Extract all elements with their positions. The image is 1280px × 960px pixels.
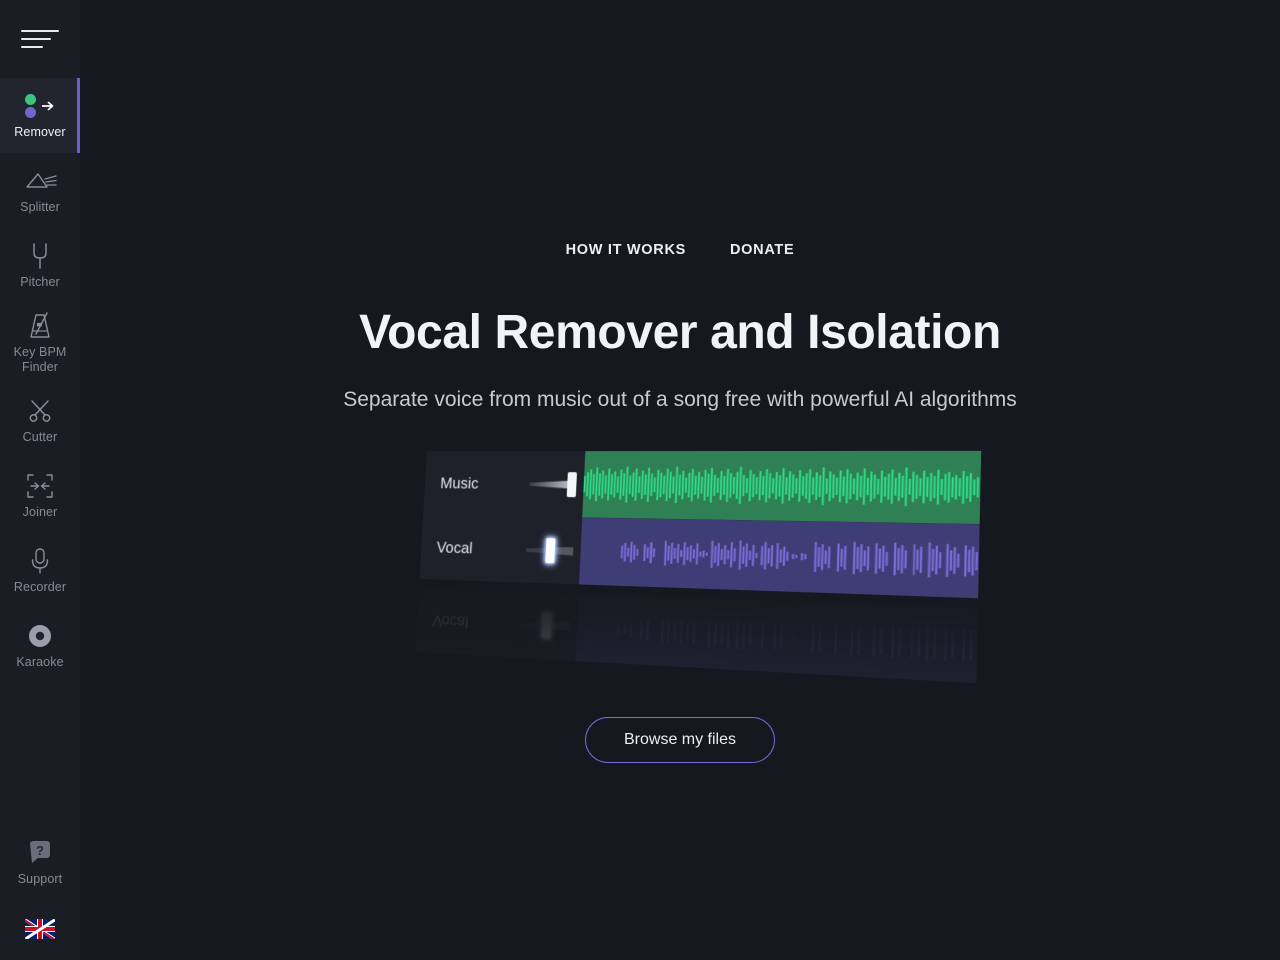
tracks-illustration: Music Vocal Vocal [395, 450, 982, 684]
sidebar-item-label: Splitter [20, 200, 60, 214]
main-content: HOW IT WORKS DONATE Vocal Remover and Is… [80, 0, 1280, 960]
metronome-icon [27, 311, 53, 341]
reflected-slider [521, 612, 570, 639]
svg-text:?: ? [36, 843, 44, 858]
reflected-track-row: Vocal [415, 587, 979, 684]
music-volume-slider[interactable] [529, 471, 578, 497]
sidebar-item-recorder[interactable]: Recorder [0, 533, 80, 608]
sidebar: Remover Splitter Pitcher Key BPM Finder … [0, 0, 80, 960]
sidebar-item-joiner[interactable]: Joiner [0, 458, 80, 533]
track-label: Music [439, 473, 480, 492]
track-label: Vocal [436, 537, 474, 557]
sidebar-item-label: Pitcher [20, 275, 60, 289]
tracks-stage: Music Vocal Vocal [415, 450, 982, 684]
sidebar-item-label: Recorder [13, 580, 67, 594]
vocal-volume-slider[interactable] [525, 537, 573, 563]
sidebar-item-pitcher[interactable]: Pitcher [0, 228, 80, 303]
track-row-music: Music [423, 450, 982, 525]
browse-files-button[interactable]: Browse my files [584, 717, 776, 763]
sidebar-item-label: Support [17, 872, 63, 886]
join-arrows-icon [26, 471, 54, 501]
question-bubble-icon: ? [27, 838, 53, 868]
page-title: Vocal Remover and Isolation [359, 306, 1001, 359]
slider-track [522, 620, 570, 631]
app-root: Remover Splitter Pitcher Key BPM Finder … [0, 0, 1280, 960]
vocal-waveform [579, 517, 980, 599]
sidebar-item-label: Cutter [22, 430, 58, 444]
slider-knob[interactable] [566, 471, 578, 497]
sidebar-item-splitter[interactable]: Splitter [0, 153, 80, 228]
tuning-fork-icon [29, 241, 51, 271]
nav-link-how-it-works[interactable]: HOW IT WORKS [560, 238, 692, 262]
sidebar-item-karaoke[interactable]: Karaoke [0, 608, 80, 683]
sidebar-nav: Remover Splitter Pitcher Key BPM Finder … [0, 78, 80, 683]
menu-line-3 [21, 46, 43, 48]
sidebar-item-cutter[interactable]: Cutter [0, 383, 80, 458]
menu-line-1 [21, 30, 59, 32]
language-selector[interactable] [0, 898, 80, 960]
two-dots-arrow-icon [23, 91, 57, 121]
sidebar-item-label: Joiner [22, 505, 58, 519]
scissors-icon [27, 396, 53, 426]
menu-icon[interactable] [0, 0, 80, 78]
slider-knob[interactable] [545, 537, 556, 563]
track-row-vocal: Vocal [419, 514, 980, 599]
sidebar-item-key-bpm-finder[interactable]: Key BPM Finder [0, 303, 80, 383]
menu-line-2 [21, 38, 51, 40]
sidebar-item-label: Key BPM Finder [13, 345, 67, 374]
music-waveform [582, 450, 982, 525]
sidebar-item-remover[interactable]: Remover [0, 78, 80, 153]
sidebar-item-support[interactable]: ? Support [0, 823, 80, 898]
nav-link-donate[interactable]: DONATE [724, 238, 800, 262]
slider-knob [541, 612, 552, 639]
reflected-track-label: Vocal [431, 611, 469, 632]
reflected-waveform [575, 593, 979, 684]
sidebar-item-label: Karaoke [16, 655, 64, 669]
sidebar-item-label: Remover [14, 125, 66, 139]
page-subtitle: Separate voice from music out of a song … [343, 388, 1017, 411]
microphone-icon [29, 546, 51, 576]
uk-flag-icon [25, 919, 55, 939]
prism-icon [23, 166, 57, 196]
record-disc-icon [27, 621, 53, 651]
top-navigation: HOW IT WORKS DONATE [80, 238, 1280, 262]
